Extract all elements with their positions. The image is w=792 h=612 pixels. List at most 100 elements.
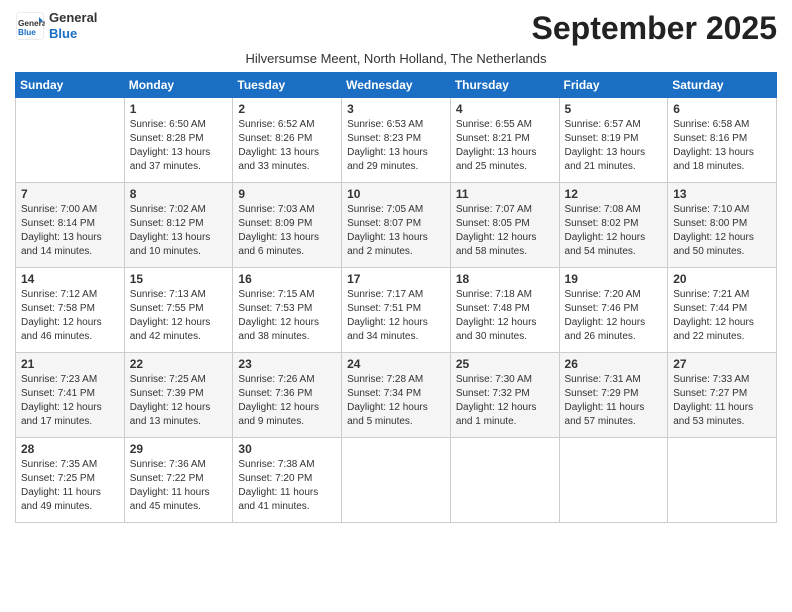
calendar-cell: 19Sunrise: 7:20 AM Sunset: 7:46 PM Dayli… [559, 268, 668, 353]
day-info: Sunrise: 7:07 AM Sunset: 8:05 PM Dayligh… [456, 203, 554, 259]
day-number: 20 [673, 272, 771, 286]
month-title: September 2025 [532, 10, 777, 47]
day-number: 30 [238, 442, 336, 456]
logo-blue: Blue [49, 26, 97, 42]
day-info: Sunrise: 7:33 AM Sunset: 7:27 PM Dayligh… [673, 373, 771, 429]
day-info: Sunrise: 7:36 AM Sunset: 7:22 PM Dayligh… [130, 458, 228, 514]
calendar-cell: 10Sunrise: 7:05 AM Sunset: 8:07 PM Dayli… [342, 183, 451, 268]
day-info: Sunrise: 6:55 AM Sunset: 8:21 PM Dayligh… [456, 118, 554, 174]
calendar-cell: 9 Sunrise: 7:03 AM Sunset: 8:09 PM Daylig… [233, 183, 342, 268]
day-info: Sunrise: 7:10 AM Sunset: 8:00 PM Dayligh… [673, 203, 771, 259]
calendar-cell: 26 Sunrise: 7:31 AM Sunset: 7:29 PM Dayli… [559, 353, 668, 438]
day-number: 7 [21, 187, 119, 201]
logo-general: General [49, 10, 97, 26]
day-number: 18 [456, 272, 554, 286]
calendar-header-wednesday: Wednesday [342, 73, 451, 98]
day-number: 1 [130, 102, 228, 116]
calendar-cell: 7Sunrise: 7:00 AM Sunset: 8:14 PM Daylig… [16, 183, 125, 268]
day-info: Sunrise: 7:38 AM Sunset: 7:20 PM Dayligh… [238, 458, 336, 514]
calendar-week-row: 7Sunrise: 7:00 AM Sunset: 8:14 PM Daylig… [16, 183, 777, 268]
calendar-cell: 27 Sunrise: 7:33 AM Sunset: 7:27 PM Dayli… [668, 353, 777, 438]
calendar-header-tuesday: Tuesday [233, 73, 342, 98]
calendar-cell: 5Sunrise: 6:57 AM Sunset: 8:19 PM Daylig… [559, 98, 668, 183]
day-number: 22 [130, 357, 228, 371]
day-info: Sunrise: 7:08 AM Sunset: 8:02 PM Dayligh… [565, 203, 663, 259]
day-number: 9 [238, 187, 336, 201]
calendar-cell: 28 Sunrise: 7:35 AM Sunset: 7:25 PM Dayli… [16, 438, 125, 523]
day-info: Sunrise: 7:15 AM Sunset: 7:53 PM Dayligh… [238, 288, 336, 344]
calendar-week-row: 21 Sunrise: 7:23 AM Sunset: 7:41 PM Dayli… [16, 353, 777, 438]
calendar-header-saturday: Saturday [668, 73, 777, 98]
calendar-cell: 25Sunrise: 7:30 AM Sunset: 7:32 PM Dayli… [450, 353, 559, 438]
calendar-cell: 4 Sunrise: 6:55 AM Sunset: 8:21 PM Daylig… [450, 98, 559, 183]
calendar-cell: 3 Sunrise: 6:53 AM Sunset: 8:23 PM Daylig… [342, 98, 451, 183]
calendar-cell: 18 Sunrise: 7:18 AM Sunset: 7:48 PM Dayli… [450, 268, 559, 353]
calendar-cell: 29 Sunrise: 7:36 AM Sunset: 7:22 PM Dayli… [124, 438, 233, 523]
calendar-cell: 13 Sunrise: 7:10 AM Sunset: 8:00 PM Dayli… [668, 183, 777, 268]
calendar-header-sunday: Sunday [16, 73, 125, 98]
calendar-header-monday: Monday [124, 73, 233, 98]
day-number: 21 [21, 357, 119, 371]
day-info: Sunrise: 7:23 AM Sunset: 7:41 PM Dayligh… [21, 373, 119, 429]
day-number: 24 [347, 357, 445, 371]
svg-text:Blue: Blue [18, 28, 36, 37]
day-info: Sunrise: 6:50 AM Sunset: 8:28 PM Dayligh… [130, 118, 228, 174]
calendar-cell [668, 438, 777, 523]
day-info: Sunrise: 7:05 AM Sunset: 8:07 PM Dayligh… [347, 203, 445, 259]
day-number: 28 [21, 442, 119, 456]
day-number: 27 [673, 357, 771, 371]
day-info: Sunrise: 7:02 AM Sunset: 8:12 PM Dayligh… [130, 203, 228, 259]
calendar-cell: 8Sunrise: 7:02 AM Sunset: 8:12 PM Daylig… [124, 183, 233, 268]
day-info: Sunrise: 7:31 AM Sunset: 7:29 PM Dayligh… [565, 373, 663, 429]
day-info: Sunrise: 6:53 AM Sunset: 8:23 PM Dayligh… [347, 118, 445, 174]
calendar-week-row: 14 Sunrise: 7:12 AM Sunset: 7:58 PM Dayli… [16, 268, 777, 353]
day-info: Sunrise: 7:35 AM Sunset: 7:25 PM Dayligh… [21, 458, 119, 514]
day-info: Sunrise: 7:13 AM Sunset: 7:55 PM Dayligh… [130, 288, 228, 344]
calendar-cell: 12 Sunrise: 7:08 AM Sunset: 8:02 PM Dayli… [559, 183, 668, 268]
day-number: 3 [347, 102, 445, 116]
calendar-cell [450, 438, 559, 523]
logo: General Blue General Blue [15, 10, 97, 41]
calendar-cell: 17 Sunrise: 7:17 AM Sunset: 7:51 PM Dayli… [342, 268, 451, 353]
day-info: Sunrise: 7:21 AM Sunset: 7:44 PM Dayligh… [673, 288, 771, 344]
subtitle: Hilversumse Meent, North Holland, The Ne… [15, 51, 777, 66]
day-number: 16 [238, 272, 336, 286]
day-number: 5 [565, 102, 663, 116]
day-number: 11 [456, 187, 554, 201]
day-number: 14 [21, 272, 119, 286]
calendar-cell: 2Sunrise: 6:52 AM Sunset: 8:26 PM Daylig… [233, 98, 342, 183]
calendar-header-row: SundayMondayTuesdayWednesdayThursdayFrid… [16, 73, 777, 98]
calendar-cell: 22Sunrise: 7:25 AM Sunset: 7:39 PM Dayli… [124, 353, 233, 438]
day-info: Sunrise: 7:03 AM Sunset: 8:09 PM Dayligh… [238, 203, 336, 259]
calendar-week-row: 28 Sunrise: 7:35 AM Sunset: 7:25 PM Dayli… [16, 438, 777, 523]
day-number: 4 [456, 102, 554, 116]
calendar-cell: 20 Sunrise: 7:21 AM Sunset: 7:44 PM Dayli… [668, 268, 777, 353]
day-number: 26 [565, 357, 663, 371]
day-info: Sunrise: 6:52 AM Sunset: 8:26 PM Dayligh… [238, 118, 336, 174]
day-info: Sunrise: 7:17 AM Sunset: 7:51 PM Dayligh… [347, 288, 445, 344]
calendar-table: SundayMondayTuesdayWednesdayThursdayFrid… [15, 72, 777, 523]
day-number: 25 [456, 357, 554, 371]
calendar-cell: 11 Sunrise: 7:07 AM Sunset: 8:05 PM Dayli… [450, 183, 559, 268]
day-info: Sunrise: 7:28 AM Sunset: 7:34 PM Dayligh… [347, 373, 445, 429]
page-container: General Blue General Blue September 2025… [0, 0, 792, 538]
day-number: 23 [238, 357, 336, 371]
day-number: 6 [673, 102, 771, 116]
calendar-header-friday: Friday [559, 73, 668, 98]
day-info: Sunrise: 7:18 AM Sunset: 7:48 PM Dayligh… [456, 288, 554, 344]
day-number: 15 [130, 272, 228, 286]
day-number: 13 [673, 187, 771, 201]
calendar-cell: 15 Sunrise: 7:13 AM Sunset: 7:55 PM Dayli… [124, 268, 233, 353]
logo-icon: General Blue [15, 11, 45, 41]
day-number: 29 [130, 442, 228, 456]
day-number: 17 [347, 272, 445, 286]
day-info: Sunrise: 7:12 AM Sunset: 7:58 PM Dayligh… [21, 288, 119, 344]
calendar-cell: 14 Sunrise: 7:12 AM Sunset: 7:58 PM Dayli… [16, 268, 125, 353]
calendar-cell: 23 Sunrise: 7:26 AM Sunset: 7:36 PM Dayli… [233, 353, 342, 438]
calendar-cell [559, 438, 668, 523]
day-number: 12 [565, 187, 663, 201]
day-info: Sunrise: 7:26 AM Sunset: 7:36 PM Dayligh… [238, 373, 336, 429]
day-number: 19 [565, 272, 663, 286]
logo-text: General Blue [49, 10, 97, 41]
calendar-cell: 24 Sunrise: 7:28 AM Sunset: 7:34 PM Dayli… [342, 353, 451, 438]
